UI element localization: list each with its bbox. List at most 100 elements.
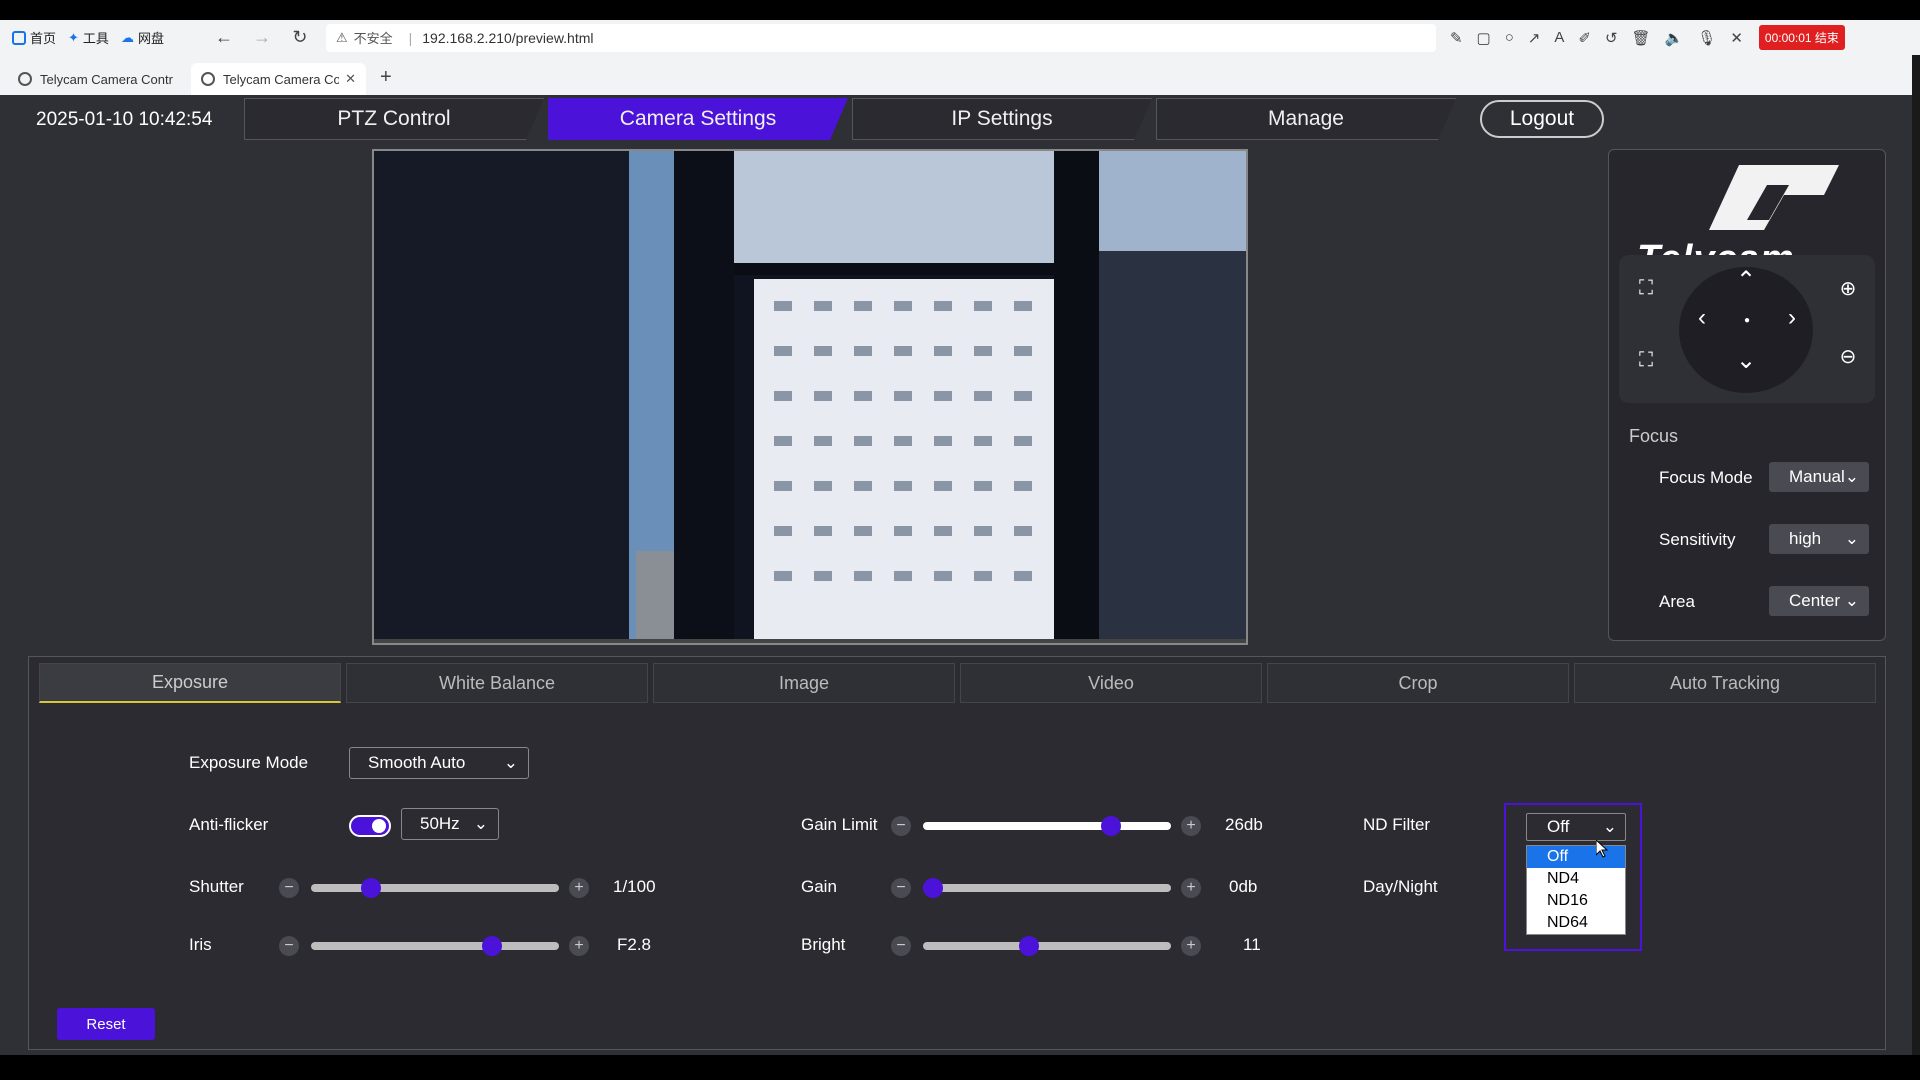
gain-limit-slider[interactable]: − + — [891, 816, 1201, 836]
text-icon[interactable]: A — [1554, 29, 1564, 46]
screen-bottom-edge — [0, 1055, 1920, 1080]
zoom-out-icon[interactable]: ⊖ — [1833, 341, 1863, 371]
close-icon[interactable]: ✕ — [1730, 29, 1743, 47]
tab-auto-tracking[interactable]: Auto Tracking — [1574, 663, 1876, 703]
iris-value: F2.8 — [617, 935, 652, 954]
tilt-down-icon[interactable]: ⌄ — [1731, 345, 1761, 375]
nd-option-off[interactable]: Off — [1527, 846, 1625, 868]
screen-top-edge — [0, 0, 1920, 20]
back-icon[interactable]: ← — [212, 26, 236, 50]
nd-option-nd4[interactable]: ND4 — [1527, 868, 1625, 890]
rectangle-icon[interactable]: ▢ — [1477, 29, 1491, 47]
browser-tabs: Telycam Camera Contr Telycam Camera Co ✕… — [0, 55, 1920, 95]
mic-icon[interactable]: 🎙 — [1697, 29, 1716, 47]
anti-flicker-value: 50Hz — [420, 814, 460, 833]
globe-icon — [18, 72, 32, 86]
slider-track[interactable] — [923, 942, 1171, 950]
bookmark-home[interactable]: 首页 — [12, 28, 56, 47]
slider-track[interactable] — [923, 884, 1171, 892]
iris-slider[interactable]: − + — [279, 936, 589, 956]
decrease-icon[interactable]: − — [279, 936, 299, 956]
tilt-up-icon[interactable]: ⌃ — [1731, 265, 1761, 295]
slider-knob[interactable] — [482, 936, 502, 956]
anti-flicker-select[interactable]: 50Hz ⌄ — [401, 808, 499, 840]
exposure-mode-select[interactable]: Smooth Auto ⌄ — [349, 747, 529, 779]
bookmark-cloud[interactable]: ☁ 网盘 — [121, 28, 164, 47]
exposure-mode-value: Smooth Auto — [368, 753, 466, 772]
new-tab-icon[interactable]: + — [380, 66, 392, 89]
nav-ip-settings[interactable]: IP Settings — [852, 98, 1152, 140]
sparkle-icon: ✦ — [68, 29, 79, 45]
recording-badge[interactable]: 00:00:01 结束 — [1758, 25, 1845, 50]
chevron-down-icon: ⌄ — [503, 753, 518, 772]
browser-tab-2[interactable]: Telycam Camera Co ✕ — [191, 63, 366, 95]
sensitivity-value: high — [1789, 529, 1822, 548]
slider-track[interactable] — [311, 942, 559, 950]
nd-filter-select[interactable]: Off ⌄ — [1526, 813, 1626, 841]
increase-icon[interactable]: + — [569, 936, 589, 956]
home-icon — [12, 30, 26, 45]
tab-video[interactable]: Video — [960, 663, 1262, 703]
focus-collapse-icon[interactable]: ⛶ — [1631, 345, 1661, 375]
pen-icon[interactable]: ✎ — [1450, 29, 1463, 47]
shutter-slider[interactable]: − + — [279, 878, 589, 898]
zoom-in-icon[interactable]: ⊕ — [1833, 273, 1863, 303]
sensitivity-select[interactable]: high ⌄ — [1769, 524, 1869, 554]
anti-flicker-toggle[interactable] — [349, 815, 391, 837]
slider-knob[interactable] — [1018, 936, 1039, 956]
bookmark-tools[interactable]: ✦ 工具 — [68, 28, 109, 47]
nav-camera-settings[interactable]: Camera Settings — [548, 98, 848, 140]
undo-icon[interactable]: ↺ — [1605, 29, 1618, 47]
decrease-icon[interactable]: − — [891, 878, 911, 898]
highlighter-icon[interactable]: ✐ — [1578, 29, 1591, 47]
speaker-icon[interactable]: 🔈 — [1665, 29, 1684, 47]
increase-icon[interactable]: + — [1181, 878, 1201, 898]
bright-slider[interactable]: − + — [891, 936, 1201, 956]
address-bar[interactable]: ⚠ 不安全 | 192.168.2.210/preview.html — [325, 23, 1436, 52]
circle-icon[interactable]: ○ — [1505, 29, 1514, 46]
nav-manage[interactable]: Manage — [1156, 98, 1456, 140]
nd-option-nd16[interactable]: ND16 — [1527, 890, 1625, 912]
decrease-icon[interactable]: − — [279, 878, 299, 898]
tab-crop[interactable]: Crop — [1267, 663, 1569, 703]
divider: | — [408, 29, 413, 46]
trash-icon[interactable]: 🗑 — [1632, 29, 1651, 47]
focus-expand-icon[interactable]: ⛶ — [1631, 273, 1661, 303]
nd-filter-options: Off ND4 ND16 ND64 — [1526, 845, 1626, 935]
ptz-pad: ⛶ ⛶ ⊕ ⊖ ⌃ ⌄ ‹ › ● — [1619, 255, 1875, 403]
nd-option-nd64[interactable]: ND64 — [1527, 912, 1625, 934]
tab-white-balance[interactable]: White Balance — [346, 663, 648, 703]
nav-ptz-control[interactable]: PTZ Control — [244, 98, 544, 140]
browser-tab-1[interactable]: Telycam Camera Contr — [8, 63, 183, 95]
increase-icon[interactable]: + — [569, 878, 589, 898]
gain-slider[interactable]: − + — [891, 878, 1201, 898]
shutter-label: Shutter — [189, 877, 244, 896]
arrow-icon[interactable]: ↗ — [1528, 29, 1541, 47]
sensitivity-label: Sensitivity — [1659, 530, 1736, 549]
increase-icon[interactable]: + — [1181, 936, 1201, 956]
camera-web-ui: 2025-01-10 10:42:54 PTZ Control Camera S… — [0, 95, 1912, 1055]
increase-icon[interactable]: + — [1181, 816, 1201, 836]
forward-icon[interactable]: → — [250, 26, 274, 50]
slider-knob[interactable] — [923, 878, 943, 898]
scrollbar[interactable] — [1912, 55, 1920, 1055]
close-tab-icon[interactable]: ✕ — [345, 71, 356, 87]
annotation-tools: ✎ ▢ ○ ↗ A ✐ ↺ 🗑 🔈 🎙 ✕ — [1450, 29, 1743, 47]
decrease-icon[interactable]: − — [891, 936, 911, 956]
tab-exposure[interactable]: Exposure — [39, 663, 341, 703]
logout-button[interactable]: Logout — [1480, 100, 1604, 138]
area-select[interactable]: Center ⌄ — [1769, 586, 1869, 616]
slider-track[interactable] — [311, 884, 559, 892]
pan-right-icon[interactable]: › — [1777, 303, 1807, 333]
tab-image[interactable]: Image — [653, 663, 955, 703]
pan-left-icon[interactable]: ‹ — [1687, 303, 1717, 333]
slider-knob[interactable] — [361, 878, 382, 898]
focus-mode-select[interactable]: Manual ⌄ — [1769, 462, 1869, 492]
chevron-down-icon: ⌄ — [1602, 817, 1617, 836]
reset-button[interactable]: Reset — [57, 1008, 155, 1040]
home-position-icon[interactable]: ● — [1732, 305, 1762, 335]
slider-track[interactable] — [923, 822, 1171, 830]
reload-icon[interactable]: ↻ — [288, 26, 312, 50]
slider-knob[interactable] — [1100, 816, 1121, 836]
decrease-icon[interactable]: − — [891, 816, 911, 836]
